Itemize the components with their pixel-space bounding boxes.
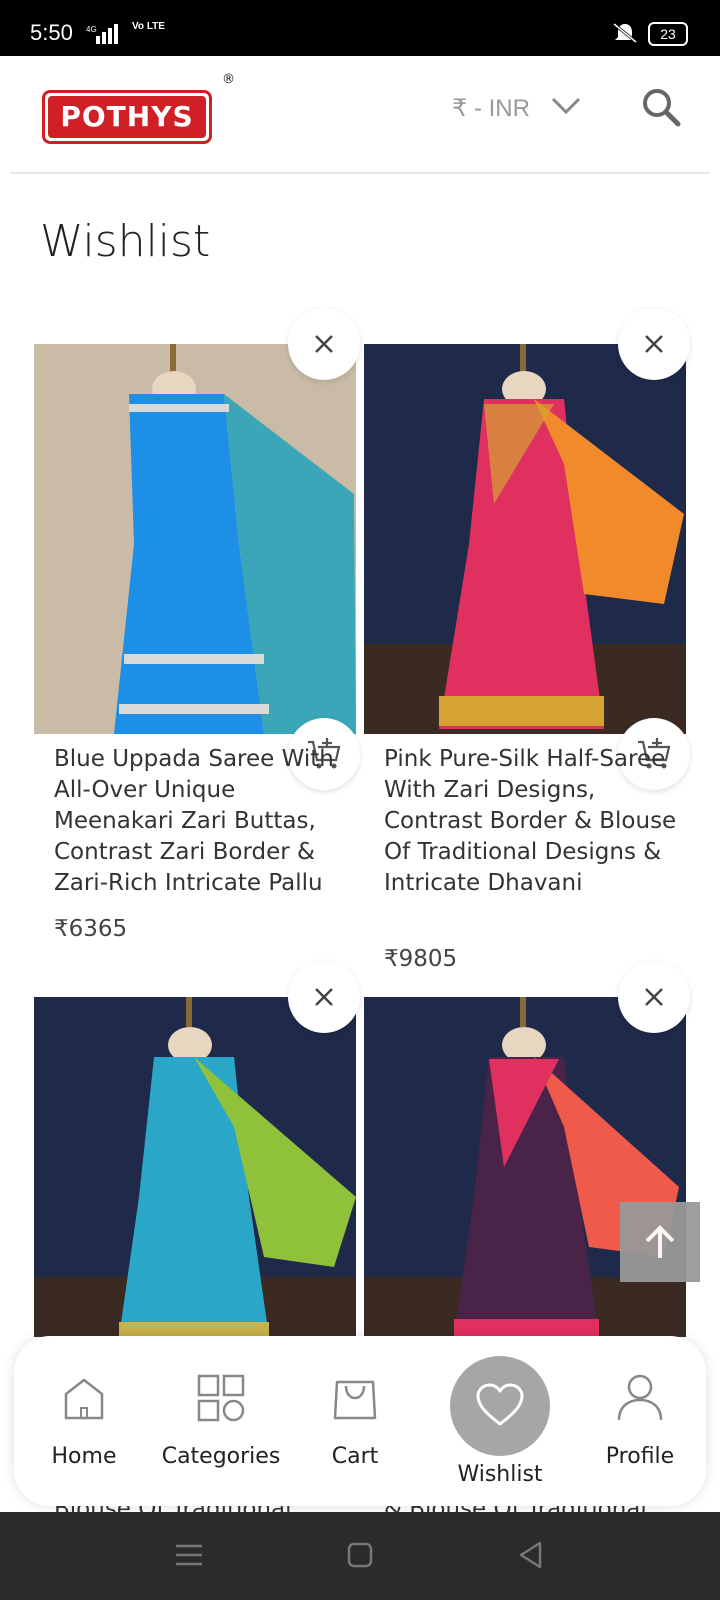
nav-cart-label: Cart xyxy=(331,1444,379,1469)
pothys-logo[interactable]: POTHYS xyxy=(42,90,212,144)
back-triangle-icon[interactable] xyxy=(516,1540,546,1570)
nav-cart[interactable]: Cart xyxy=(310,1336,400,1506)
product-title[interactable]: Blue Uppada Saree With All-Over Unique M… xyxy=(54,744,350,899)
menu-icon[interactable] xyxy=(174,1540,204,1570)
nav-categories[interactable]: Categories xyxy=(156,1336,286,1506)
remove-from-wishlist-button[interactable] xyxy=(288,961,360,1033)
search-icon[interactable] xyxy=(640,86,682,128)
wishlist-card[interactable] xyxy=(34,961,360,1337)
nav-wishlist[interactable]: Wishlist xyxy=(432,1336,568,1506)
home-square-icon[interactable] xyxy=(345,1540,375,1570)
product-image[interactable] xyxy=(34,997,356,1337)
saree-image xyxy=(34,997,356,1337)
saree-image xyxy=(34,344,356,734)
nav-profile[interactable]: Profile xyxy=(590,1336,690,1506)
saree-image xyxy=(364,344,686,734)
bottom-nav: Home Categories Cart Wishlist Profile xyxy=(14,1336,706,1506)
categories-icon xyxy=(197,1374,245,1422)
chevron-down-icon[interactable] xyxy=(550,96,582,116)
product-title[interactable]: Pink Pure-Silk Half-Saree With Zari Desi… xyxy=(384,744,680,899)
mute-bell-icon xyxy=(613,22,637,44)
heart-icon xyxy=(476,1383,524,1426)
nav-categories-label: Categories xyxy=(161,1444,281,1469)
product-image[interactable] xyxy=(34,344,356,734)
svg-text:4G: 4G xyxy=(86,25,97,34)
home-icon xyxy=(64,1378,104,1420)
nav-home[interactable]: Home xyxy=(34,1336,134,1506)
wishlist-card[interactable]: Pink Pure-Silk Half-Saree With Zari Desi… xyxy=(364,308,690,974)
top-bar: POTHYS ® ₹ - INR xyxy=(10,56,710,174)
saree-image xyxy=(364,997,686,1337)
logo-text: POTHYS xyxy=(48,96,206,138)
profile-icon xyxy=(617,1374,663,1421)
currency-selector[interactable]: ₹ - INR xyxy=(452,94,530,123)
product-price: ₹6365 xyxy=(54,916,128,942)
status-time: 5:50 xyxy=(30,20,73,45)
nav-wishlist-label: Wishlist xyxy=(457,1462,543,1487)
registered-mark: ® xyxy=(222,72,235,87)
product-image[interactable] xyxy=(364,997,686,1337)
status-bar: 5:50 4G Vo LTE 23 xyxy=(0,0,720,56)
arrow-up-icon xyxy=(645,1225,675,1258)
wishlist-card[interactable]: Blue Uppada Saree With All-Over Unique M… xyxy=(34,308,360,944)
close-icon xyxy=(645,988,663,1006)
volte-label: Vo LTE xyxy=(132,21,165,32)
remove-from-wishlist-button[interactable] xyxy=(618,308,690,380)
wishlist-card[interactable] xyxy=(364,961,690,1337)
page-title: Wishlist xyxy=(40,216,211,267)
cart-bag-icon xyxy=(333,1380,377,1420)
close-icon xyxy=(315,988,333,1006)
product-image[interactable] xyxy=(364,344,686,734)
product-price: ₹9805 xyxy=(384,946,458,972)
remove-from-wishlist-button[interactable] xyxy=(618,961,690,1033)
remove-from-wishlist-button[interactable] xyxy=(288,308,360,380)
close-icon xyxy=(315,335,333,353)
nav-home-label: Home xyxy=(51,1444,117,1469)
nav-profile-label: Profile xyxy=(605,1444,675,1469)
signal-icon: 4G xyxy=(86,24,118,44)
battery-indicator: 23 xyxy=(648,22,688,46)
close-icon xyxy=(645,335,663,353)
scroll-to-top-button[interactable] xyxy=(620,1202,700,1282)
system-nav-bar xyxy=(0,1512,720,1600)
